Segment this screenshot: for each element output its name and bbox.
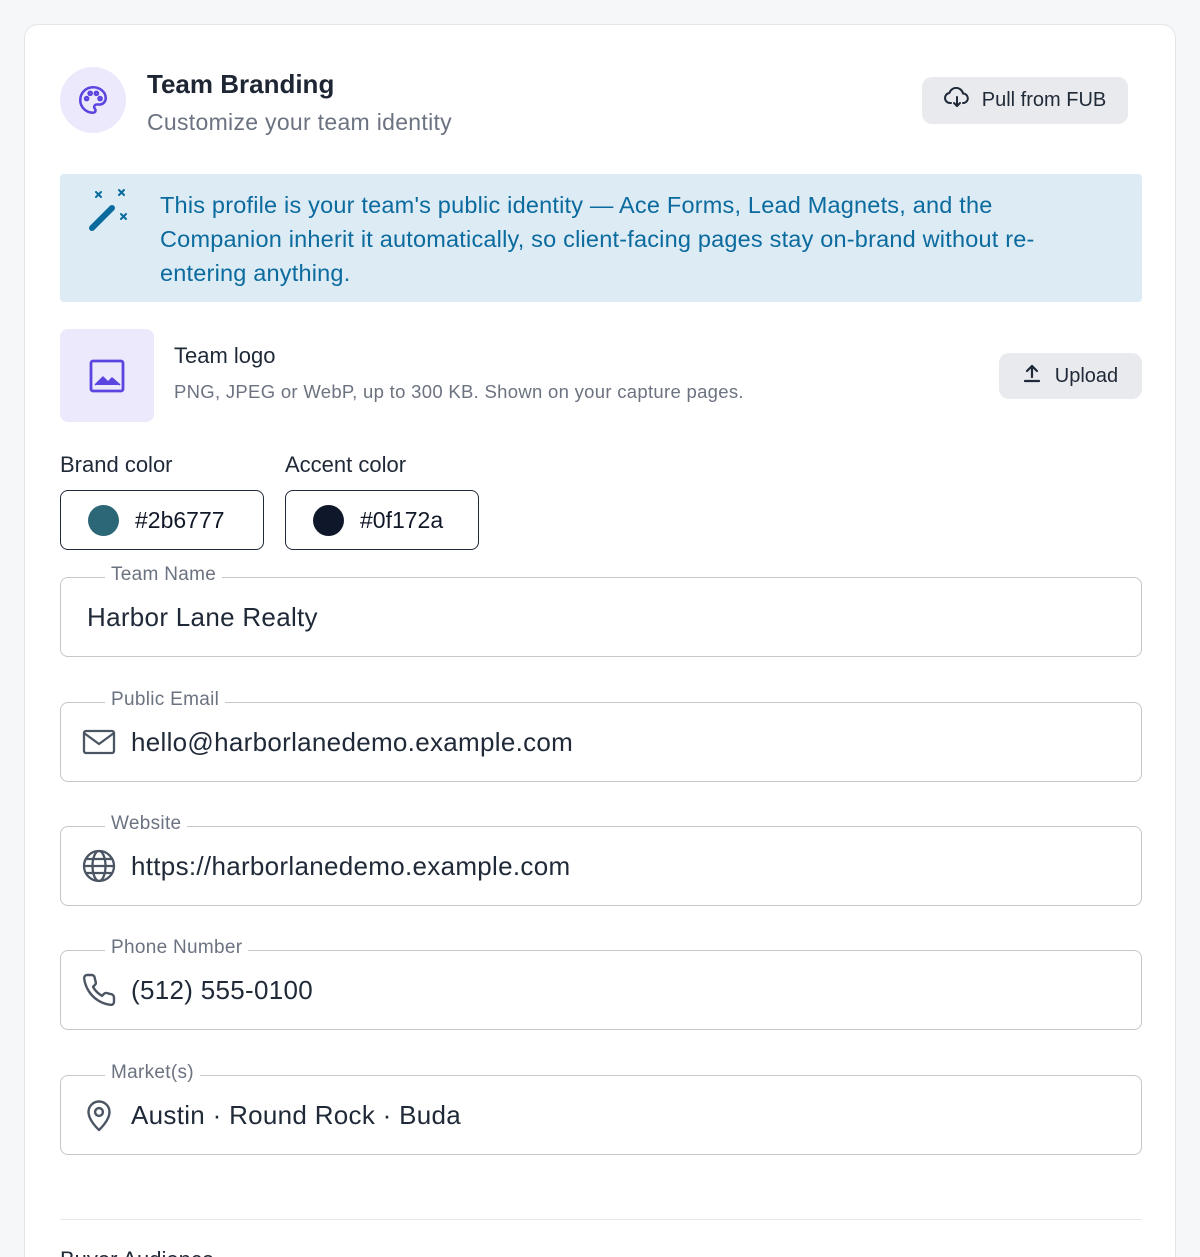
cloud-download-icon xyxy=(943,86,970,115)
accent-color-value: #0f172a xyxy=(360,506,444,533)
markets-input[interactable]: Austin · Round Rock · Buda xyxy=(131,1100,461,1131)
map-pin-icon xyxy=(81,1097,117,1133)
image-icon xyxy=(89,359,125,392)
info-banner: This profile is your team's public ident… xyxy=(60,174,1142,302)
next-section-title: Buyer Audience xyxy=(60,1247,214,1257)
phone-icon xyxy=(81,972,117,1008)
logo-preview[interactable] xyxy=(60,329,154,422)
brand-color-picker[interactable]: #2b6777 xyxy=(60,490,264,550)
palette-icon xyxy=(60,67,126,133)
website-field[interactable]: Website https://harborlanedemo.example.c… xyxy=(60,813,1142,906)
globe-icon xyxy=(81,848,117,884)
website-label: Website xyxy=(105,813,188,835)
page-title: Team Branding xyxy=(147,69,335,99)
upload-button[interactable]: Upload xyxy=(999,353,1142,399)
mail-icon xyxy=(81,724,117,760)
team-name-field[interactable]: Team Name Harbor Lane Realty xyxy=(60,564,1142,657)
public-email-field[interactable]: Public Email hello@harborlanedemo.exampl… xyxy=(60,689,1142,782)
accent-color-swatch xyxy=(313,504,344,536)
phone-number-label: Phone Number xyxy=(105,937,249,959)
markets-label: Market(s) xyxy=(105,1062,200,1084)
page-subtitle: Customize your team identity xyxy=(147,109,452,135)
pull-from-fub-label: Pull from FUB xyxy=(981,89,1107,111)
team-logo-title: Team logo xyxy=(174,343,276,368)
upload-label: Upload xyxy=(1054,364,1119,387)
brand-color-value: #2b6777 xyxy=(135,506,225,533)
phone-number-input[interactable]: (512) 555-0100 xyxy=(131,975,313,1006)
pull-from-fub-button[interactable]: Pull from FUB xyxy=(922,77,1128,124)
brand-color-swatch xyxy=(88,504,119,536)
public-email-label: Public Email xyxy=(105,689,226,711)
phone-number-field[interactable]: Phone Number (512) 555-0100 xyxy=(60,937,1142,1030)
section-divider xyxy=(60,1219,1142,1220)
brand-color-label: Brand color xyxy=(60,452,173,477)
team-name-label: Team Name xyxy=(105,564,223,586)
upload-icon xyxy=(1023,363,1041,389)
markets-field[interactable]: Market(s) Austin · Round Rock · Buda xyxy=(60,1062,1142,1155)
magic-wand-icon xyxy=(86,188,132,234)
team-logo-description: PNG, JPEG or WebP, up to 300 KB. Shown o… xyxy=(174,381,744,402)
website-input[interactable]: https://harborlanedemo.example.com xyxy=(131,851,570,882)
accent-color-label: Accent color xyxy=(285,452,407,477)
team-name-input[interactable]: Harbor Lane Realty xyxy=(87,602,318,633)
team-branding-card: Team Branding Customize your team identi… xyxy=(24,24,1176,1257)
public-email-input[interactable]: hello@harborlanedemo.example.com xyxy=(131,727,573,758)
accent-color-picker[interactable]: #0f172a xyxy=(285,490,479,550)
info-banner-text: This profile is your team's public ident… xyxy=(160,192,1035,286)
